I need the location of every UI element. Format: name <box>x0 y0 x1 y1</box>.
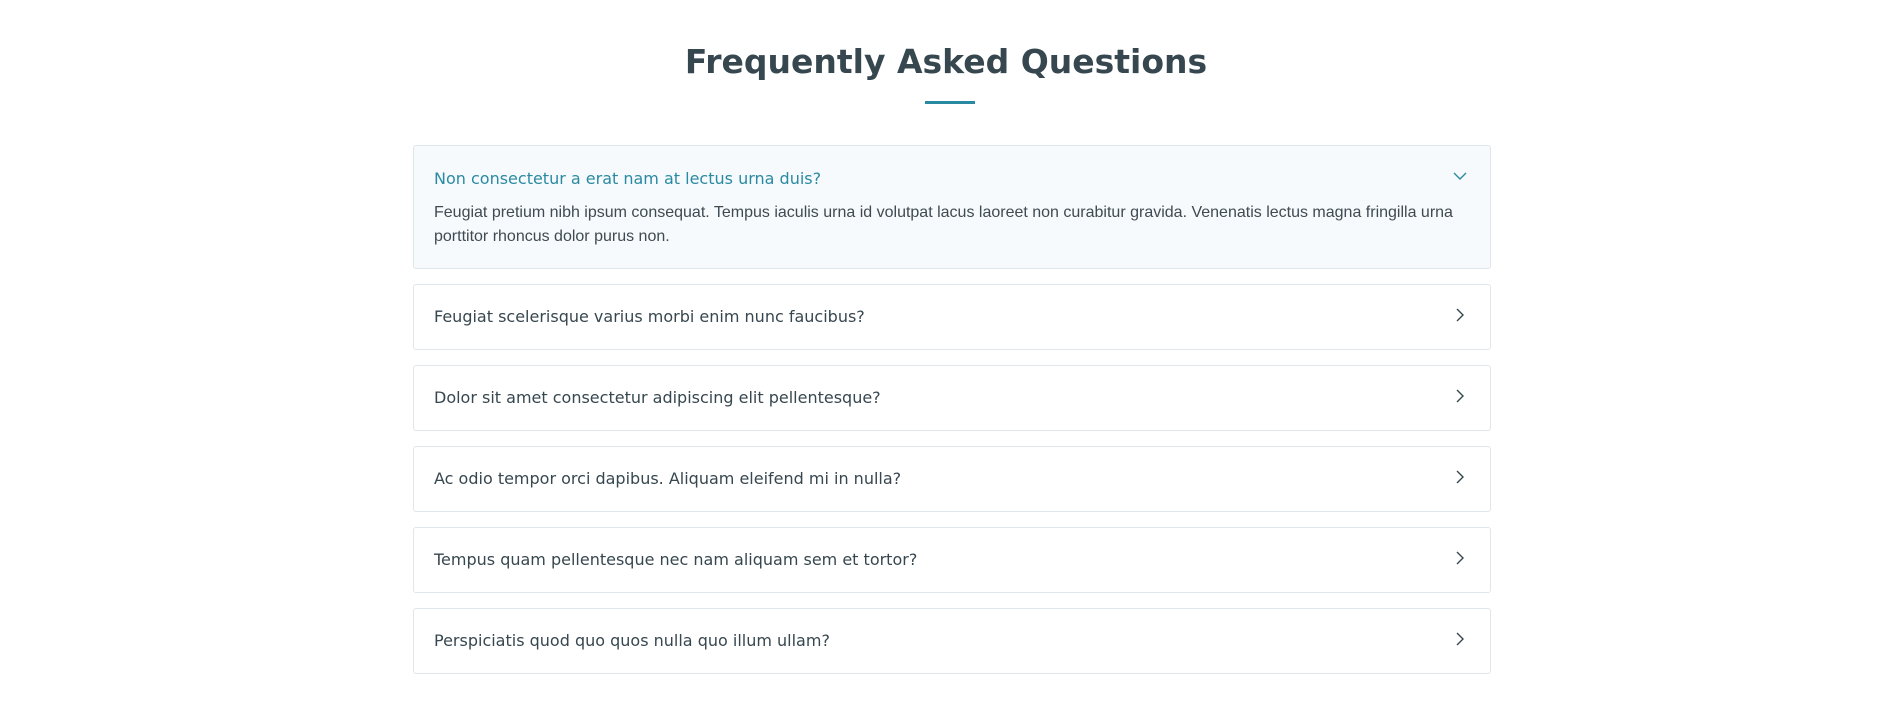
chevron-right-icon[interactable] <box>1452 550 1468 566</box>
chevron-right-icon[interactable] <box>1452 307 1468 323</box>
faq-item-5[interactable]: Tempus quam pellentesque nec nam aliquam… <box>413 527 1491 593</box>
section-title: Frequently Asked Questions <box>684 42 1208 81</box>
faq-question[interactable]: Perspiciatis quod quo quos nulla quo ill… <box>434 631 830 651</box>
chevron-down-icon[interactable] <box>1452 168 1468 184</box>
faq-item-4[interactable]: Ac odio tempor orci dapibus. Aliquam ele… <box>413 446 1491 512</box>
faq-question[interactable]: Ac odio tempor orci dapibus. Aliquam ele… <box>434 469 901 489</box>
chevron-right-icon[interactable] <box>1452 388 1468 404</box>
faq-question[interactable]: Dolor sit amet consectetur adipiscing el… <box>434 388 881 408</box>
faq-question[interactable]: Feugiat scelerisque varius morbi enim nu… <box>434 307 865 327</box>
faq-question[interactable]: Tempus quam pellentesque nec nam aliquam… <box>434 550 917 570</box>
faq-item-2[interactable]: Feugiat scelerisque varius morbi enim nu… <box>413 284 1491 350</box>
chevron-right-icon[interactable] <box>1452 469 1468 485</box>
faq-section: Frequently Asked Questions Non consectet… <box>0 0 1892 712</box>
faq-list: Non consectetur a erat nam at lectus urn… <box>413 145 1491 689</box>
faq-item-6[interactable]: Perspiciatis quod quo quos nulla quo ill… <box>413 608 1491 674</box>
faq-item-1[interactable]: Non consectetur a erat nam at lectus urn… <box>413 145 1491 269</box>
faq-question[interactable]: Non consectetur a erat nam at lectus urn… <box>434 169 821 189</box>
chevron-right-icon[interactable] <box>1452 631 1468 647</box>
faq-item-3[interactable]: Dolor sit amet consectetur adipiscing el… <box>413 365 1491 431</box>
faq-answer: Feugiat pretium nibh ipsum consequat. Te… <box>434 204 1453 245</box>
title-underline <box>925 101 975 104</box>
